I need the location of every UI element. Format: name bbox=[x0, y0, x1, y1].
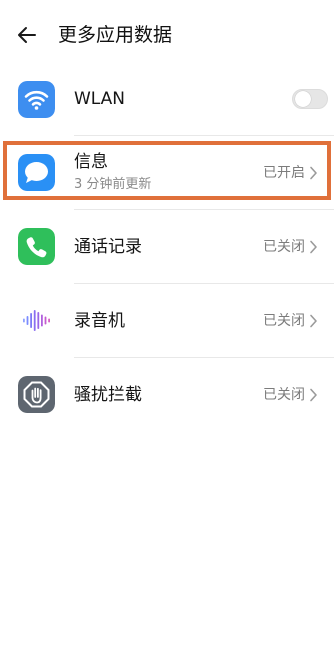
wlan-toggle[interactable] bbox=[292, 89, 328, 109]
wifi-icon bbox=[18, 81, 55, 118]
list-item-call-log[interactable]: 通话记录 已关闭 bbox=[0, 210, 334, 284]
harassment-block-icon bbox=[18, 376, 55, 413]
status-text: 已关闭 bbox=[263, 239, 305, 255]
messages-updated-time: 3 分钟前更新 bbox=[74, 177, 152, 192]
call-log-label: 通话记录 bbox=[74, 237, 142, 257]
status-text: 已关闭 bbox=[263, 387, 305, 403]
list-item-harassment-block[interactable]: 骚扰拦截 已关闭 bbox=[0, 358, 334, 432]
list-item-wlan[interactable]: WLAN bbox=[0, 62, 334, 136]
wlan-label: WLAN bbox=[74, 89, 126, 109]
harassment-block-status: 已关闭 bbox=[263, 385, 318, 405]
chevron-right-icon bbox=[310, 314, 317, 328]
chevron-right-icon bbox=[310, 240, 317, 254]
status-text: 已关闭 bbox=[263, 313, 305, 329]
back-arrow-icon bbox=[18, 27, 36, 43]
page-title: 更多应用数据 bbox=[58, 24, 173, 46]
back-button[interactable] bbox=[14, 22, 40, 48]
chevron-right-icon bbox=[310, 166, 317, 180]
phone-icon bbox=[18, 228, 55, 265]
list-item-messages[interactable]: 信息 3 分钟前更新 已开启 bbox=[0, 136, 334, 210]
messages-label: 信息 bbox=[74, 152, 108, 172]
chevron-right-icon bbox=[310, 388, 317, 402]
status-text: 已开启 bbox=[263, 165, 305, 181]
messages-status: 已开启 bbox=[263, 163, 318, 183]
list-item-recorder[interactable]: 录音机 已关闭 bbox=[0, 284, 334, 358]
recorder-status: 已关闭 bbox=[263, 311, 318, 331]
harassment-block-label: 骚扰拦截 bbox=[74, 385, 142, 405]
recorder-waveform-icon bbox=[18, 302, 55, 339]
call-log-status: 已关闭 bbox=[263, 237, 318, 257]
message-icon bbox=[18, 154, 55, 191]
header-bar: 更多应用数据 bbox=[0, 0, 334, 70]
toggle-knob bbox=[295, 91, 311, 107]
recorder-label: 录音机 bbox=[74, 311, 125, 331]
